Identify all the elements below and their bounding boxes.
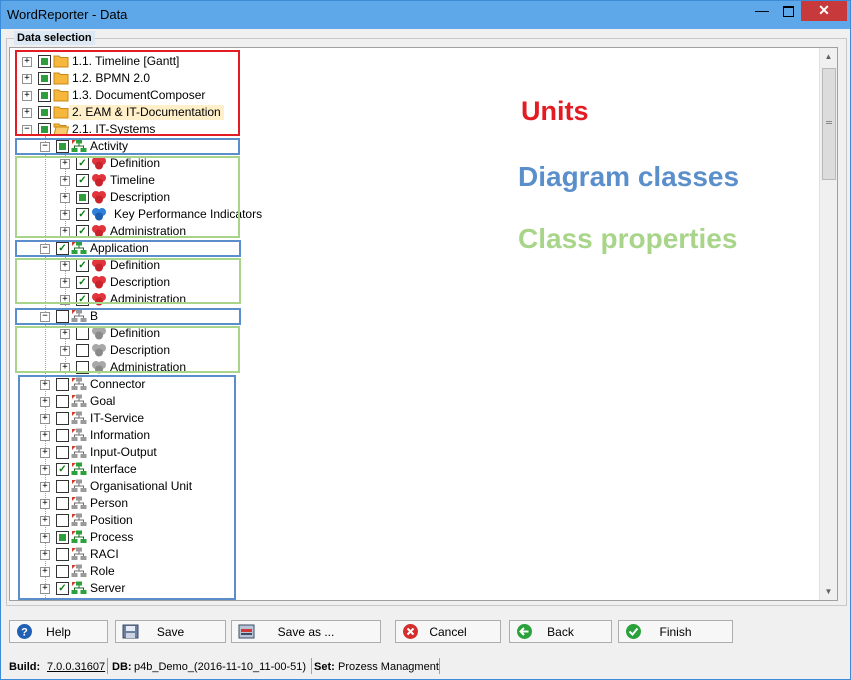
tree-scrollbar[interactable]: ▲ ▼ bbox=[819, 48, 837, 600]
set-label: Set: bbox=[314, 661, 335, 673]
close-icon: ✕ bbox=[818, 2, 830, 18]
set-value: Prozess Managment bbox=[338, 661, 439, 673]
status-separator bbox=[439, 658, 440, 674]
minimize-button[interactable]: — bbox=[749, 1, 775, 21]
save-label: Save bbox=[156, 625, 185, 639]
status-bar: Build: 7.0.0.31607 DB: p4b_Demo_(2016-11… bbox=[1, 655, 850, 679]
help-label: Help bbox=[46, 625, 71, 639]
properties-highlight-activity bbox=[15, 156, 240, 238]
build-label: Build: bbox=[9, 661, 41, 673]
legend-diagram-classes: Diagram classes bbox=[518, 161, 740, 192]
units-highlight bbox=[15, 50, 240, 136]
grip-icon bbox=[826, 121, 832, 124]
scroll-up-icon[interactable]: ▲ bbox=[820, 48, 837, 65]
back-label: Back bbox=[547, 625, 574, 639]
finish-button[interactable]: Finish bbox=[618, 620, 733, 643]
title-bar[interactable]: WordReporter - Data — ✕ bbox=[1, 1, 850, 29]
diagram-classes-highlight-list bbox=[18, 375, 236, 600]
scroll-down-icon[interactable]: ▼ bbox=[820, 583, 837, 600]
status-separator bbox=[311, 658, 312, 674]
properties-highlight-application bbox=[15, 258, 241, 304]
diagram-class-highlight-application bbox=[15, 240, 241, 257]
help-button[interactable]: ? Help bbox=[9, 620, 108, 643]
db-label: DB: bbox=[112, 661, 132, 673]
save-button[interactable]: Save bbox=[115, 620, 226, 643]
legend-class-properties: Class properties bbox=[518, 223, 738, 254]
cancel-button[interactable]: Cancel bbox=[395, 620, 501, 643]
maximize-icon bbox=[782, 5, 794, 17]
diagram-class-highlight-activity bbox=[15, 138, 240, 155]
status-separator bbox=[107, 658, 108, 674]
back-button[interactable]: Back bbox=[509, 620, 612, 643]
cancel-label: Cancel bbox=[429, 625, 467, 639]
data-tree[interactable]: +1.1. Timeline [Gantt] +1.2. BPMN 2.0 +1.3… bbox=[9, 47, 838, 601]
maximize-button[interactable] bbox=[775, 1, 801, 21]
data-selection-label: Data selection bbox=[14, 31, 95, 45]
save-as-label: Save as ... bbox=[277, 625, 335, 639]
close-button[interactable]: ✕ bbox=[801, 1, 847, 21]
properties-highlight-b bbox=[15, 326, 240, 373]
diagram-class-highlight-b bbox=[15, 308, 241, 325]
db-value: p4b_Demo_(2016-11-10_11-00-51) bbox=[134, 661, 307, 673]
save-as-button[interactable]: Save as ... bbox=[231, 620, 381, 643]
app-window: WordReporter - Data — ✕ Data selection +… bbox=[0, 0, 851, 680]
window-title: WordReporter - Data bbox=[7, 7, 128, 22]
scroll-thumb[interactable] bbox=[822, 68, 836, 180]
build-value[interactable]: 7.0.0.31607 bbox=[47, 659, 105, 675]
legend-units: Units bbox=[521, 96, 589, 126]
finish-label: Finish bbox=[659, 625, 692, 639]
